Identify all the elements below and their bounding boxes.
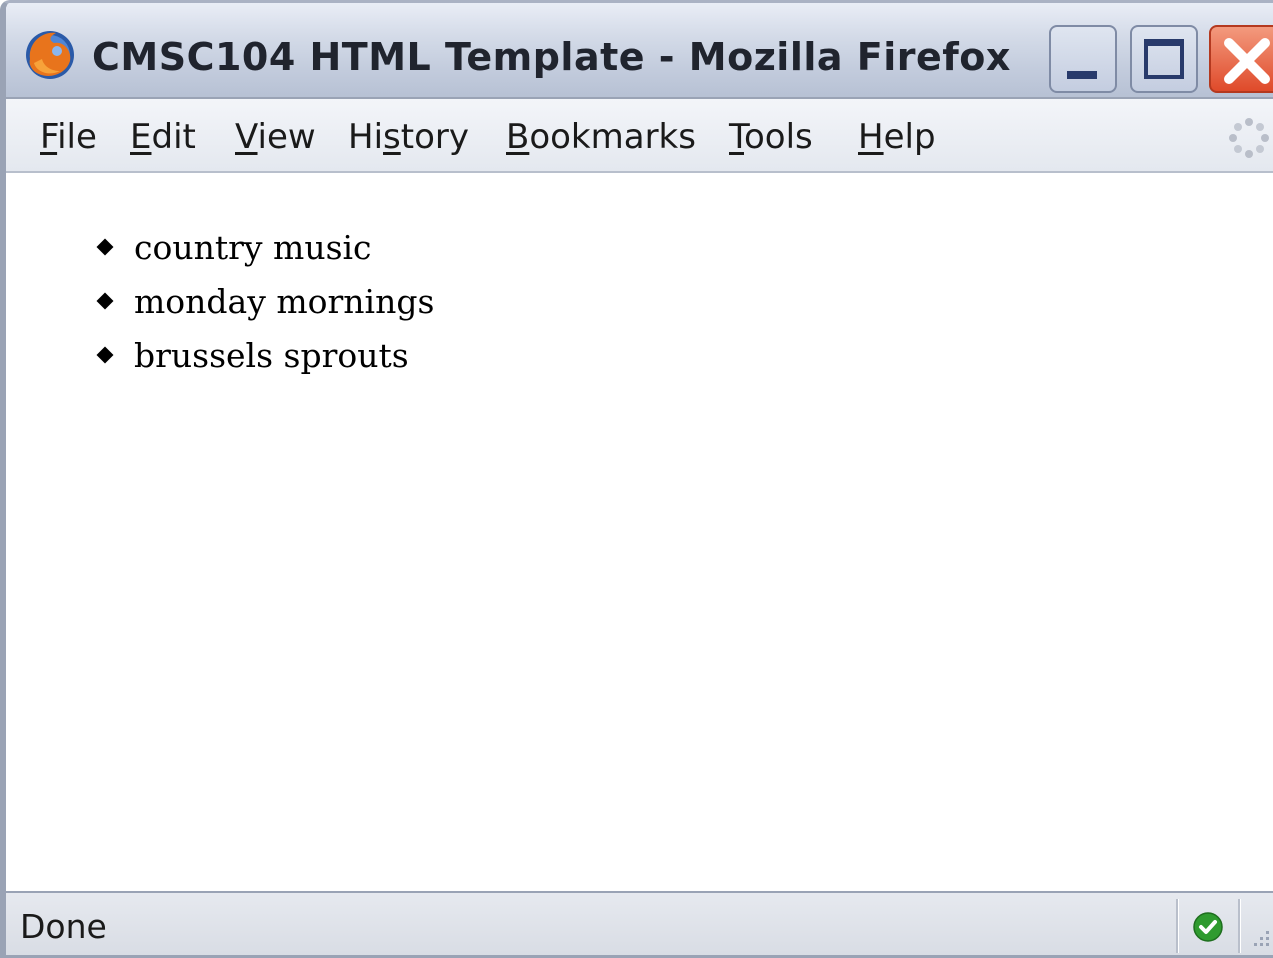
menu-bookmarks[interactable]: Bookmarks xyxy=(506,117,696,157)
green-check-icon[interactable] xyxy=(1192,911,1224,943)
menu-view-accesskey: V xyxy=(235,117,258,157)
menu-file-accesskey: F xyxy=(40,117,58,157)
list-item-text: monday mornings xyxy=(134,282,435,321)
minimize-button[interactable] xyxy=(1049,25,1117,93)
status-bar: Done xyxy=(6,891,1273,955)
close-icon xyxy=(1224,38,1270,84)
menu-bookmarks-rest: ookmarks xyxy=(529,117,696,157)
resize-grip-icon[interactable] xyxy=(1250,927,1272,949)
status-divider xyxy=(1238,899,1241,953)
menu-help[interactable]: Help xyxy=(858,117,936,157)
maximize-icon xyxy=(1144,39,1184,79)
menu-tools-rest: ools xyxy=(744,117,813,157)
menu-bookmarks-accesskey: B xyxy=(506,117,530,157)
minimize-icon xyxy=(1067,71,1097,79)
status-text: Done xyxy=(20,907,107,946)
menu-edit-accesskey: E xyxy=(130,117,152,157)
menu-history-pre: Hi xyxy=(348,117,384,157)
list-item: brussels sprouts xyxy=(62,329,434,383)
maximize-button[interactable] xyxy=(1130,25,1198,93)
throbber-icon xyxy=(1229,118,1269,158)
list-item: monday mornings xyxy=(62,275,434,329)
bullet-marker xyxy=(96,292,114,310)
menu-view[interactable]: View xyxy=(235,117,316,157)
menu-file-rest: ile xyxy=(57,117,97,157)
menu-help-accesskey: H xyxy=(858,117,884,157)
page-content: country music monday mornings brussels s… xyxy=(6,173,1273,891)
menu-view-rest: iew xyxy=(257,117,316,157)
bullet-list: country music monday mornings brussels s… xyxy=(62,221,434,383)
menu-edit[interactable]: Edit xyxy=(130,117,196,157)
menu-history[interactable]: History xyxy=(348,117,469,157)
window-title: CMSC104 HTML Template - Mozilla Firefox xyxy=(92,35,1011,79)
status-divider xyxy=(1176,899,1179,953)
menu-bar: File Edit View History Bookmarks Tools H… xyxy=(6,99,1273,173)
browser-window: CMSC104 HTML Template - Mozilla Firefox … xyxy=(0,0,1273,958)
menu-tools-accesskey: T xyxy=(729,117,744,157)
bullet-marker xyxy=(96,238,114,256)
list-item-text: brussels sprouts xyxy=(134,336,409,375)
close-button[interactable] xyxy=(1209,25,1273,93)
list-item-text: country music xyxy=(134,228,372,267)
menu-help-rest: elp xyxy=(883,117,936,157)
menu-history-accesskey: s xyxy=(383,117,401,157)
menu-history-rest: tory xyxy=(400,117,469,157)
list-item: country music xyxy=(62,221,434,275)
menu-tools[interactable]: Tools xyxy=(729,117,813,157)
menu-file[interactable]: File xyxy=(40,117,97,157)
bullet-marker xyxy=(96,346,114,364)
firefox-icon[interactable] xyxy=(24,29,76,81)
menu-edit-rest: dit xyxy=(151,117,196,157)
title-bar[interactable]: CMSC104 HTML Template - Mozilla Firefox xyxy=(6,3,1273,99)
